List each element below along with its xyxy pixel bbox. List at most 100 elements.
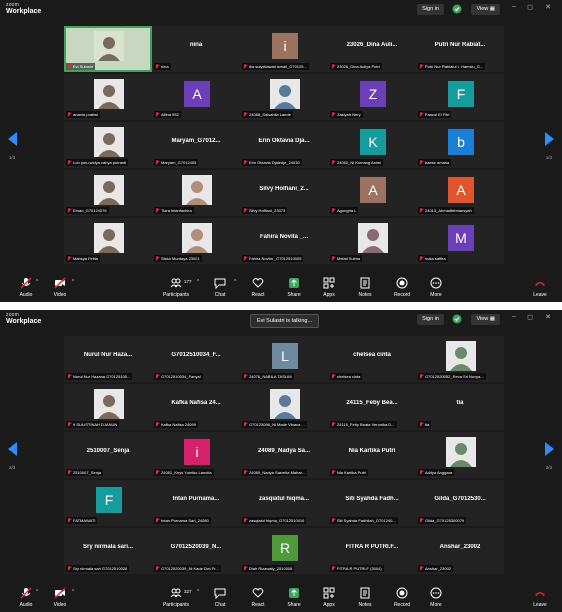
participant-tile[interactable]: A 24013_Ahmadfebriansyah (416, 170, 504, 216)
sign-in-button[interactable]: Sign in (417, 314, 444, 325)
participant-display-name: nina (189, 42, 203, 48)
participants-options-caret[interactable]: ^ (197, 279, 199, 285)
apps-button[interactable]: Apps (309, 587, 349, 608)
participant-tile[interactable]: Maryam_G7012... Maryam_G7012405 (152, 122, 240, 168)
shield-icon[interactable] (452, 314, 462, 324)
participant-tile[interactable]: Sry nirmala sari... Sry nirmala sari G701… (64, 528, 152, 574)
participant-tile[interactable]: ananta pratiwi (64, 74, 152, 120)
participant-tile[interactable]: 24089_Nadya Sa... 24089_Nadya Sasmita Mah… (240, 432, 328, 478)
notes-button[interactable]: Notes (345, 277, 385, 298)
participant-tile[interactable]: Erin Oktavia Dja... Erin Oktavia Djaledje… (240, 122, 328, 168)
participant-tile[interactable]: Evi Sulastri (64, 26, 152, 72)
participant-tile[interactable]: F Faazul El Fitri (416, 74, 504, 120)
active-speaker-toast: Evi Sulastri is talking... (250, 314, 320, 328)
audio-options-caret[interactable]: ^ (36, 589, 38, 595)
next-page-arrow-icon[interactable] (544, 132, 554, 146)
participant-tile[interactable]: FITRA R PUTRI.F... FITRA R PUTRI.F (3004) (328, 528, 416, 574)
participant-tile[interactable]: G7012510034_F... G7012510034_Fanyal (152, 336, 240, 382)
participants-count: 327 (184, 589, 192, 594)
participant-tile[interactable]: Silvy Holfiani_2... Silvy Holfiani_23073 (240, 170, 328, 216)
participant-tile[interactable]: Anshar_23002 Anshar_23002 (416, 528, 504, 574)
participant-tile[interactable]: Melati Sulma (328, 218, 416, 264)
share-button[interactable]: Share (274, 587, 314, 608)
participant-tile[interactable]: b baese amaria (416, 122, 504, 168)
prev-page-arrow-icon[interactable] (8, 132, 18, 146)
participant-tile[interactable]: i ika sulystiawati ismail_G70125... (240, 26, 328, 72)
video-options-caret[interactable]: ^ (72, 589, 74, 595)
more-button[interactable]: More (416, 277, 456, 298)
participant-tile[interactable]: zasqiatul hiqma... zasqiatul hiqma_G70125… (240, 480, 328, 526)
participant-tile[interactable]: L 24076_NABILA TASLIM (240, 336, 328, 382)
participant-tile[interactable]: Z Zakiyah Nery (328, 74, 416, 120)
mic-muted-icon (419, 208, 423, 213)
notes-button[interactable]: Notes (345, 587, 385, 608)
prev-page-arrow-icon[interactable] (8, 442, 18, 456)
leave-button[interactable]: Leave (520, 277, 560, 298)
participant-tile[interactable]: chelsea cinta chelsea cinta (328, 336, 416, 382)
more-button[interactable]: More (416, 587, 456, 608)
sign-in-button[interactable]: Sign in (417, 4, 444, 15)
audio-options-caret[interactable]: ^ (36, 279, 38, 285)
react-button[interactable]: React (238, 587, 278, 608)
participant-label-text: Evi Sulastri (73, 64, 94, 69)
minimize-icon[interactable]: – (508, 313, 520, 320)
view-button[interactable]: View ▦ (471, 4, 500, 15)
maximize-icon[interactable]: ◻ (524, 313, 536, 321)
participants-options-caret[interactable]: ^ (197, 589, 199, 595)
participant-tile[interactable]: 9 SULISTINAH DJANUN (64, 384, 152, 430)
participant-tile[interactable]: Kafka Nafisa 24... Kafka Nafisa 24099 (152, 384, 240, 430)
participant-tile[interactable]: Putri Nur Rabiat... Putri Nur Rabiatul I.… (416, 26, 504, 72)
close-icon[interactable]: ✕ (542, 313, 554, 321)
participant-tile[interactable]: i 24081_Keys Yumiko Lanotia (152, 432, 240, 478)
participant-tile[interactable]: Ersan_G70124076 (64, 170, 152, 216)
participant-tile[interactable]: Luh putu widya cahya putranti (64, 122, 152, 168)
participant-tile[interactable]: Tiara intanfachira (152, 170, 240, 216)
participant-tile[interactable]: Nia Kartika Putri Nia Kartika Putri (328, 432, 416, 478)
share-label: Share (287, 292, 301, 298)
participant-name-label: 23026_Dina Auliya Putri (330, 63, 382, 70)
shield-icon[interactable] (452, 4, 462, 14)
next-page-arrow-icon[interactable] (544, 442, 554, 456)
participant-tile[interactable]: A Agungria L (328, 170, 416, 216)
participant-tile[interactable]: G7012520052_Reva Sri Novya... (416, 336, 504, 382)
participant-tile[interactable]: 24088_Salsabila Lande (240, 74, 328, 120)
participant-tile[interactable]: Mmaia saffira (416, 218, 504, 264)
participant-tile[interactable]: 2510007_Senja 2510007_Senja (64, 432, 152, 478)
participant-tile[interactable]: Siti Syahda Fadh... Siti Syahda Fadhilah_… (328, 480, 416, 526)
participant-display-name: Siti Syahda Fadh... (345, 496, 399, 502)
leave-button[interactable]: Leave (520, 587, 560, 608)
participant-tile[interactable]: G7012520039_N... G7012520039_Ni Kade Dwi … (152, 528, 240, 574)
participant-tile[interactable]: tia tia (416, 384, 504, 430)
record-icon (396, 277, 408, 289)
close-icon[interactable]: ✕ (542, 3, 554, 11)
chat-button[interactable]: Chat (200, 587, 240, 608)
participant-tile[interactable]: nina nina (152, 26, 240, 72)
participant-tile[interactable]: 23026_Dina Auli... 23026_Dina Auliya Putr… (328, 26, 416, 72)
minimize-icon[interactable]: – (508, 3, 520, 10)
mic-muted-icon (67, 422, 71, 427)
participant-tile[interactable]: G70123096_Ni Made Vinaca ... (240, 384, 328, 430)
participant-tile[interactable]: Mahsya Felita (64, 218, 152, 264)
view-button[interactable]: View ▦ (471, 314, 500, 325)
maximize-icon[interactable]: ◻ (524, 3, 536, 11)
participant-tile[interactable]: Gilda_G7012530... Gilda_G70125300079 (416, 480, 504, 526)
participant-name-label: maia saffira (418, 255, 448, 262)
chat-options-caret[interactable]: ^ (234, 279, 236, 285)
video-options-caret[interactable]: ^ (72, 279, 74, 285)
react-button[interactable]: React (238, 277, 278, 298)
participant-tile[interactable]: A Alfina 952 (152, 74, 240, 120)
avatar: R (272, 535, 298, 561)
participant-tile[interactable]: Fahira Novita _... Fahira Novita _G701251… (240, 218, 328, 264)
participant-tile[interactable]: 24115_Feby Bea... 24115_Feby Beata Veroni… (328, 384, 416, 430)
participant-tile[interactable]: Siska Murdaya 23021 (152, 218, 240, 264)
participant-label-text: ika sulystiawati ismail_G70125... (249, 64, 307, 69)
participant-name-label: G7012520039_Ni Kade Dwi Fr... (154, 565, 221, 572)
participant-tile[interactable]: Nurul Nur Haza... Nurul Nur Hazana G70125… (64, 336, 152, 382)
participant-tile[interactable]: K 24062_Ni Komang Astini (328, 122, 416, 168)
participant-tile[interactable]: Aditya Anggara (416, 432, 504, 478)
participant-tile[interactable]: Intan Purnama... Intan Purnama Sari_24080 (152, 480, 240, 526)
participant-tile[interactable]: R Diah Rizawaty_2510008 (240, 528, 328, 574)
participant-tile[interactable]: F FATMAWATI (64, 480, 152, 526)
apps-button[interactable]: Apps (309, 277, 349, 298)
share-button[interactable]: Share (274, 277, 314, 298)
